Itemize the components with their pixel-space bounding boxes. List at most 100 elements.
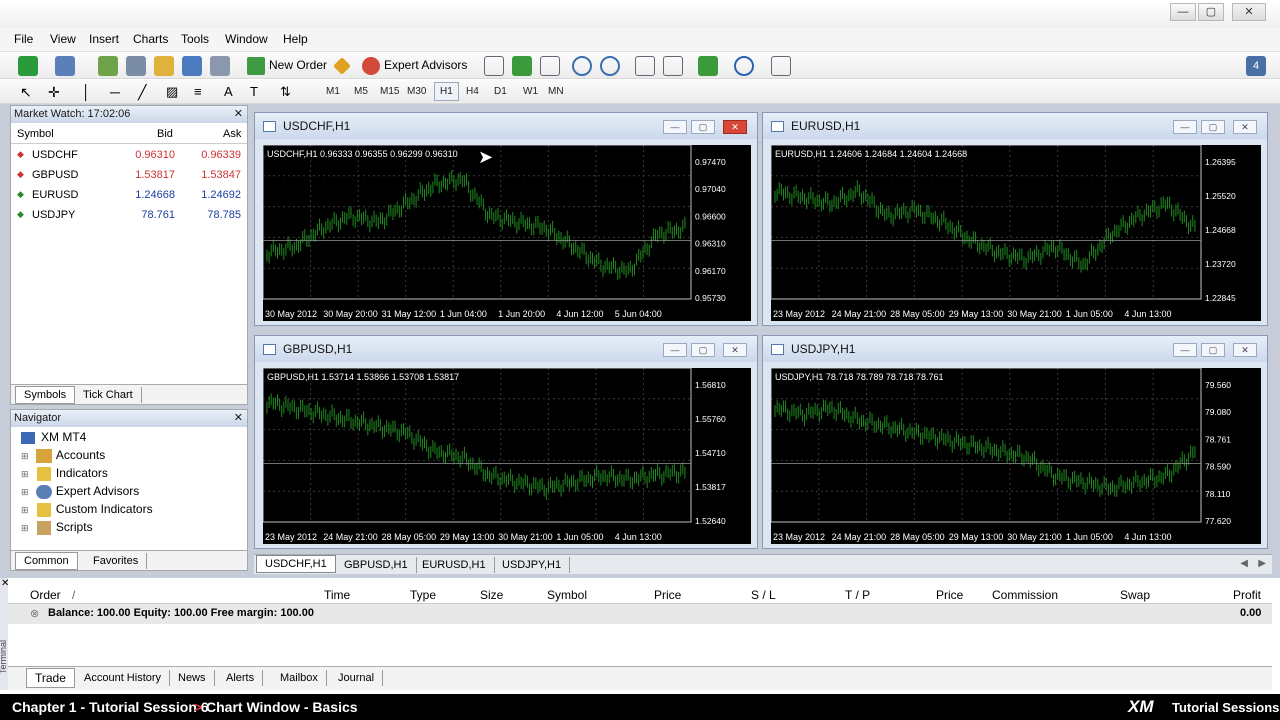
menu-insert[interactable]: Insert — [89, 32, 119, 46]
minimize-button[interactable]: — — [663, 343, 687, 357]
timeframe-mn[interactable]: MN — [548, 86, 564, 97]
tab-account-history[interactable]: Account History — [76, 670, 171, 686]
price-chart[interactable]: USDCHF,H1 0.96333 0.96355 0.96299 0.9631… — [263, 145, 751, 321]
menu-tools[interactable]: Tools — [181, 32, 209, 46]
navigator-icon[interactable] — [154, 56, 174, 76]
equidistant-channel-icon[interactable]: ▨ — [166, 83, 182, 101]
auto-scroll-icon[interactable] — [663, 56, 683, 76]
minimize-button[interactable]: — — [1173, 343, 1197, 357]
navigator-item-custom-indicators[interactable]: ⊞ Custom Indicators — [21, 502, 153, 517]
notifications-badge[interactable]: 4 — [1246, 56, 1266, 76]
line-chart-icon[interactable] — [540, 56, 560, 76]
market-watch-row[interactable]: ◆ USDJPY 78.761 78.785 — [11, 206, 245, 226]
fibonacci-icon[interactable]: ≡ — [194, 83, 210, 101]
templates-icon[interactable] — [771, 56, 791, 76]
maximize-button[interactable]: ▢ — [691, 120, 715, 134]
close-icon[interactable]: ✕ — [234, 411, 243, 424]
column-close-price[interactable]: Price — [936, 588, 963, 602]
tab-tick-chart[interactable]: Tick Chart — [75, 387, 142, 403]
column-swap[interactable]: Swap — [1120, 588, 1150, 602]
column-tp[interactable]: T / P — [845, 588, 870, 602]
maximize-button[interactable]: ▢ — [1198, 3, 1224, 21]
maximize-button[interactable]: ▢ — [1201, 120, 1225, 134]
minimize-button[interactable]: — — [1173, 120, 1197, 134]
column-type[interactable]: Type — [410, 588, 436, 602]
tab-common[interactable]: Common — [15, 552, 78, 570]
chart-window-usdjpy[interactable]: USDJPY,H1 — ▢ ✕ USDJPY,H1 78.718 78.789 … — [762, 335, 1268, 549]
column-ask[interactable]: Ask — [223, 128, 241, 140]
market-watch-row[interactable]: ◆ GBPUSD 1.53817 1.53847 — [11, 166, 245, 186]
tab-news[interactable]: News — [170, 670, 215, 686]
cursor-icon[interactable]: ↖ — [20, 83, 36, 101]
zoom-in-icon[interactable] — [572, 56, 592, 76]
new-chart-icon[interactable] — [18, 56, 38, 76]
expert-advisors-button[interactable]: Expert Advisors — [360, 56, 471, 76]
tab-symbols[interactable]: Symbols — [15, 386, 76, 404]
close-button[interactable]: ✕ — [1232, 3, 1266, 21]
timeframe-h1[interactable]: H1 — [434, 82, 459, 101]
price-chart[interactable]: GBPUSD,H1 1.53714 1.53866 1.53708 1.5381… — [263, 368, 751, 544]
tester-icon[interactable] — [210, 56, 230, 76]
scroll-right-icon[interactable]: ▶ — [1258, 558, 1266, 569]
column-order[interactable]: Order — [30, 588, 61, 602]
market-watch-icon[interactable] — [98, 56, 118, 76]
data-window-icon[interactable] — [126, 56, 146, 76]
column-size[interactable]: Size — [480, 588, 503, 602]
navigator-item-expert-advisors[interactable]: ⊞ Expert Advisors — [21, 484, 139, 499]
close-button[interactable]: ✕ — [723, 120, 747, 134]
chart-tab-eurusd[interactable]: EURUSD,H1 — [414, 557, 495, 573]
price-chart[interactable]: USDJPY,H1 78.718 78.789 78.718 78.761 79.… — [771, 368, 1261, 544]
column-time[interactable]: Time — [324, 588, 350, 602]
chart-window-eurusd[interactable]: EURUSD,H1 — ▢ ✕ EURUSD,H1 1.24606 1.2468… — [762, 112, 1268, 326]
terminal-icon[interactable] — [182, 56, 202, 76]
column-bid[interactable]: Bid — [157, 128, 173, 140]
candlestick-icon[interactable] — [512, 56, 532, 76]
indicators-icon[interactable] — [698, 56, 718, 76]
crosshair-icon[interactable]: ✛ — [48, 83, 64, 101]
close-icon[interactable]: ✕ — [234, 107, 243, 120]
column-symbol[interactable]: Symbol — [17, 128, 54, 140]
navigator-item-accounts[interactable]: ⊞ Accounts — [21, 448, 105, 463]
column-price[interactable]: Price — [654, 588, 681, 602]
maximize-button[interactable]: ▢ — [691, 343, 715, 357]
close-button[interactable]: ✕ — [1233, 343, 1257, 357]
column-sl[interactable]: S / L — [751, 588, 776, 602]
tab-mailbox[interactable]: Mailbox — [272, 670, 327, 686]
expand-icon[interactable]: ⊞ — [21, 523, 29, 533]
timeframe-m5[interactable]: M5 — [354, 86, 368, 97]
close-button[interactable]: ✕ — [723, 343, 747, 357]
text-label-icon[interactable]: T — [250, 83, 266, 101]
autotrading-icon[interactable] — [333, 57, 351, 75]
tab-alerts[interactable]: Alerts — [218, 670, 264, 686]
expand-icon[interactable]: ⊞ — [21, 469, 29, 479]
market-watch-row[interactable]: ◆ USDCHF 0.96310 0.96339 — [11, 146, 245, 166]
bar-chart-icon[interactable] — [484, 56, 504, 76]
navigator-item-indicators[interactable]: ⊞ Indicators — [21, 466, 108, 481]
minimize-button[interactable]: — — [1170, 3, 1196, 21]
menu-help[interactable]: Help — [283, 32, 308, 46]
timeframe-d1[interactable]: D1 — [494, 86, 507, 97]
tab-favorites[interactable]: Favorites — [85, 553, 148, 569]
expand-icon[interactable]: ⊞ — [21, 451, 29, 461]
column-symbol[interactable]: Symbol — [547, 588, 587, 602]
profiles-icon[interactable] — [55, 56, 75, 76]
trendline-icon[interactable]: ╱ — [138, 83, 154, 101]
timeframe-m30[interactable]: M30 — [407, 86, 426, 97]
expand-icon[interactable]: ⊞ — [21, 505, 29, 515]
vertical-line-icon[interactable]: │ — [82, 83, 98, 101]
expand-icon[interactable]: ⊞ — [21, 487, 29, 497]
tab-trade[interactable]: Trade — [26, 668, 75, 688]
menu-file[interactable]: File — [14, 32, 33, 46]
chart-shift-icon[interactable] — [635, 56, 655, 76]
column-commission[interactable]: Commission — [992, 588, 1058, 602]
navigator-root[interactable]: XM MT4 — [21, 430, 86, 444]
chart-tab-usdchf[interactable]: USDCHF,H1 — [256, 555, 336, 573]
periods-icon[interactable] — [734, 56, 754, 76]
horizontal-line-icon[interactable]: ─ — [110, 83, 126, 101]
chart-tab-gbpusd[interactable]: GBPUSD,H1 — [336, 557, 417, 573]
new-order-button[interactable]: New Order — [245, 56, 331, 76]
menu-view[interactable]: View — [50, 32, 76, 46]
text-icon[interactable]: A — [224, 83, 240, 101]
zoom-out-icon[interactable] — [600, 56, 620, 76]
chart-window-usdchf[interactable]: USDCHF,H1 — ▢ ✕ USDCHF,H1 0.96333 0.9635… — [254, 112, 758, 326]
